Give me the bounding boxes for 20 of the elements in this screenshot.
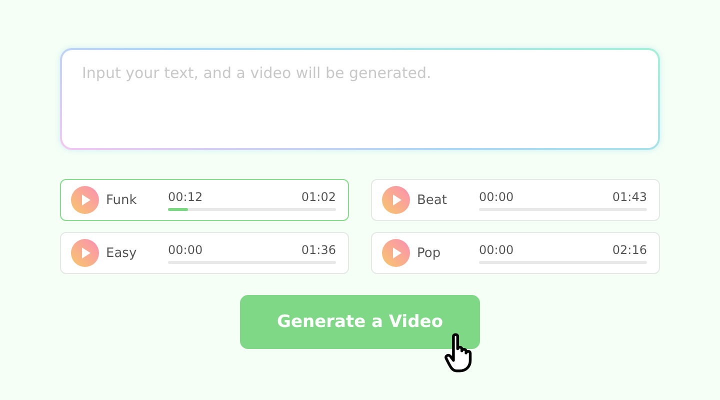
play-icon[interactable] bbox=[71, 239, 99, 267]
track-duration: 02:16 bbox=[612, 242, 647, 256]
track-name: Pop bbox=[417, 246, 442, 260]
track-duration: 01:43 bbox=[612, 190, 647, 204]
track-name: Easy bbox=[106, 246, 138, 260]
play-icon[interactable] bbox=[382, 239, 410, 267]
track-duration: 01:02 bbox=[301, 190, 336, 204]
elapsed-time: 00:00 bbox=[479, 242, 514, 256]
music-track-card[interactable]: Beat 00:00 01:43 bbox=[371, 179, 660, 221]
music-track-card[interactable]: Pop 00:00 02:16 bbox=[371, 232, 660, 274]
elapsed-time: 00:00 bbox=[168, 242, 203, 256]
play-icon[interactable] bbox=[382, 186, 410, 214]
track-name: Funk bbox=[106, 192, 138, 208]
elapsed-time: 00:00 bbox=[479, 190, 514, 204]
music-track-card[interactable]: Funk 00:12 01:02 bbox=[60, 179, 349, 221]
music-track-card[interactable]: Easy 00:00 01:36 bbox=[60, 232, 349, 274]
elapsed-time: 00:12 bbox=[168, 190, 203, 204]
play-icon[interactable] bbox=[71, 186, 99, 214]
track-duration: 01:36 bbox=[301, 242, 336, 256]
track-name: Beat bbox=[417, 192, 448, 208]
